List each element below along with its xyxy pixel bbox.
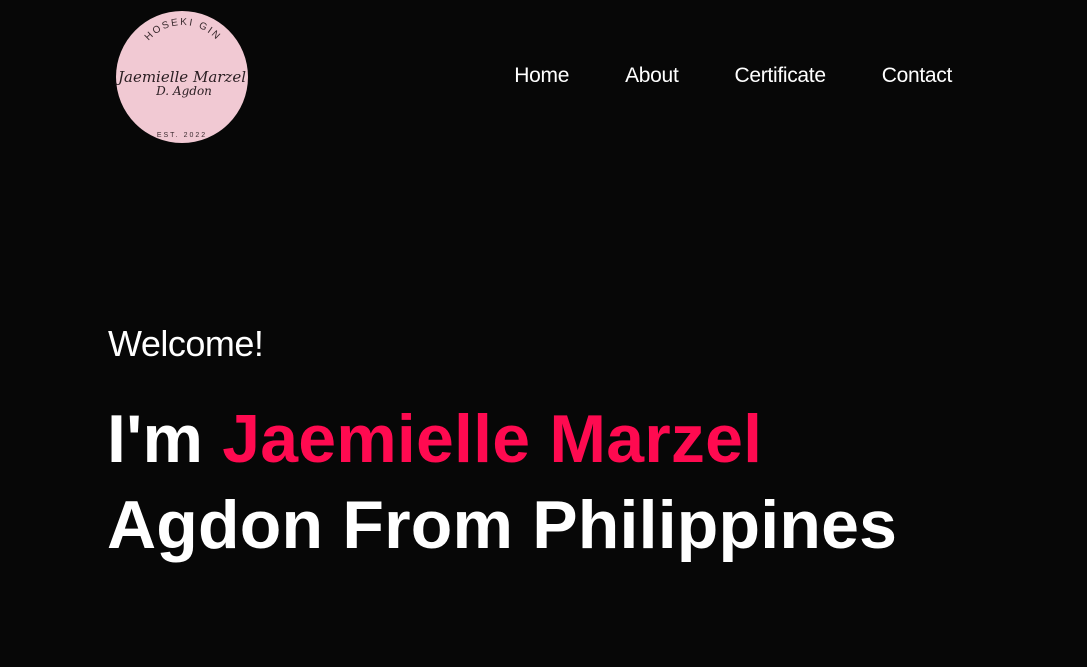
nav-home-link[interactable]: Home bbox=[514, 62, 569, 90]
headline-line2: Agdon From Philippines bbox=[107, 487, 898, 563]
headline-name: Jaemielle Marzel bbox=[222, 401, 763, 477]
site-logo[interactable]: HOSEKI GIN Jaemielle Marzel D. Agdon EST… bbox=[114, 10, 251, 144]
main-nav: Home About Certificate Contact bbox=[514, 62, 952, 90]
page: HOSEKI GIN Jaemielle Marzel D. Agdon EST… bbox=[0, 0, 1087, 667]
headline-prefix: I'm bbox=[107, 401, 223, 477]
nav-certificate-link[interactable]: Certificate bbox=[734, 62, 826, 90]
welcome-text: Welcome! bbox=[108, 323, 264, 364]
nav-contact-link[interactable]: Contact bbox=[882, 62, 953, 90]
logo-script-line2: D. Agdon bbox=[155, 84, 212, 98]
logo-badge: HOSEKI GIN Jaemielle Marzel D. Agdon EST… bbox=[115, 11, 248, 143]
hero-headline: I'm Jaemielle Marzel Agdon From Philippin… bbox=[107, 396, 897, 568]
nav-about-link[interactable]: About bbox=[625, 62, 679, 90]
logo-bottom-text: EST. 2022 bbox=[157, 132, 207, 139]
